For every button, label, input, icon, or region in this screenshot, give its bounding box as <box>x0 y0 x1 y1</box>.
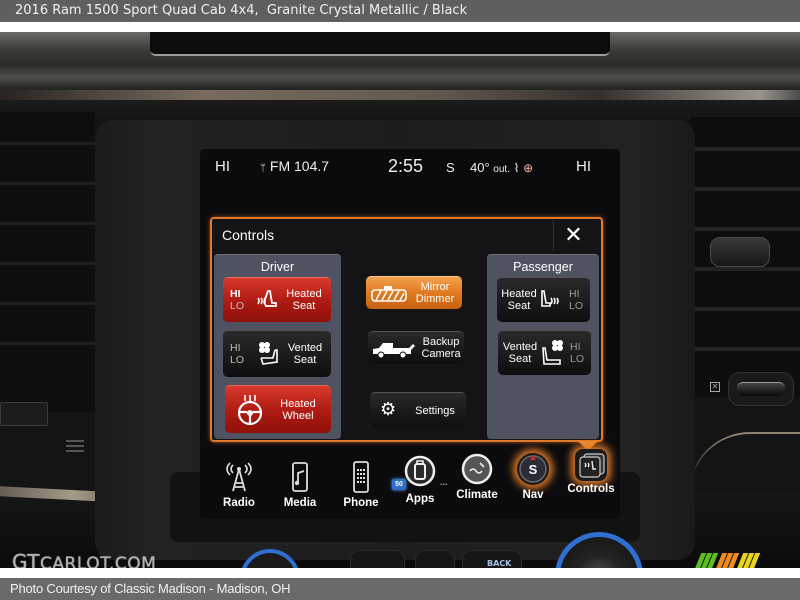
passenger-group: Passenger Heated Seat HI LO Vented Seat … <box>487 254 599 439</box>
seat-heat-status-icon: ⌇ <box>513 161 520 175</box>
media-phone-icon <box>292 462 308 492</box>
settings-button[interactable]: ⚙ Settings <box>370 392 466 427</box>
heated-seat-icon <box>541 290 559 307</box>
chrome-accent-right <box>690 432 800 492</box>
rearview-mirror-icon <box>371 286 407 302</box>
chrome-trim <box>0 90 800 100</box>
left-air-vent <box>0 112 95 412</box>
photo-credit-caption: Photo Courtesy of Classic Madison - Madi… <box>0 578 800 600</box>
driver-heated-seat-button[interactable]: HI LO Heated Seat <box>223 277 331 322</box>
dashboard-photo: ✕ BACK HI ᛘ FM 104.7 2:55 S 40° out. ⌇ ⊕… <box>0 32 800 568</box>
svg-text:S: S <box>529 462 538 477</box>
bottom-dock: Radio Media Phone 50 ... Apps Climate S … <box>200 449 620 519</box>
gears-icon: ⚙ <box>380 399 397 419</box>
vent-thumbwheel[interactable] <box>728 372 794 406</box>
vented-seat-icon <box>542 340 563 365</box>
close-button[interactable]: ✕ <box>553 221 593 251</box>
close-icon: ✕ <box>564 223 583 248</box>
compass-heading: S <box>446 160 455 175</box>
heated-seat-icon <box>257 290 277 307</box>
vent-close-icon: ✕ <box>710 382 720 392</box>
mirror-dimmer-button[interactable]: Mirror Dimmer <box>366 276 462 309</box>
dock-item-media[interactable]: Media <box>272 449 328 519</box>
antenna-icon: ᛘ <box>260 163 266 174</box>
vent-adjust-knob[interactable] <box>710 237 770 267</box>
vehicle-title-caption: 2016 Ram 1500 Sport Quad Cab 4x4, Granit… <box>0 0 800 22</box>
apps-more-indicator: ... <box>440 477 448 487</box>
dock-item-radio[interactable]: Radio <box>211 449 267 519</box>
separator <box>0 22 800 32</box>
compass-icon: S <box>517 453 549 485</box>
backup-camera-button[interactable]: Backup Camera <box>368 331 464 364</box>
dock-item-apps[interactable]: 50 ... Apps <box>392 449 448 519</box>
separator <box>0 568 800 578</box>
dash-slot <box>150 32 610 56</box>
controls-popup: Controls ✕ Driver HI LO Heated Seat HI L… <box>210 217 603 442</box>
controls-title: Controls <box>222 227 275 243</box>
gtcarlot-watermark: GTCARLOT.COM <box>12 550 157 568</box>
hazard-button[interactable] <box>415 550 455 568</box>
passenger-seat-heat-level[interactable]: HI <box>576 158 591 175</box>
vent-lines-icon <box>66 440 84 452</box>
back-button-label: BACK <box>487 559 512 568</box>
climate-icon <box>461 453 493 485</box>
driver-group: Driver HI LO Heated Seat HI LO Vented Se… <box>214 254 341 439</box>
outside-temperature: 40° out. ⌇ ⊕ <box>470 160 534 175</box>
driver-seat-heat-level[interactable]: HI <box>215 158 230 175</box>
pickup-truck-camera-icon <box>373 343 415 359</box>
uconnect-screen: HI ᛘ FM 104.7 2:55 S 40° out. ⌇ ⊕ HI Con… <box>200 149 620 519</box>
controls-icon <box>575 449 607 481</box>
passenger-vented-seat-button[interactable]: Vented Seat HI LO <box>498 330 591 375</box>
heated-wheel-button[interactable]: Heated Wheel <box>225 385 331 433</box>
passenger-group-title: Passenger <box>513 260 573 274</box>
driver-group-title: Driver <box>260 260 295 274</box>
passenger-heated-seat-button[interactable]: Heated Seat HI LO <box>497 277 590 322</box>
driver-vented-seat-button[interactable]: HI LO Vented Seat <box>223 330 331 377</box>
dock-item-phone[interactable]: Phone <box>333 449 389 519</box>
apps-icon <box>404 455 436 487</box>
gtcarlot-stripe-logo <box>694 553 761 568</box>
left-vent-thumbwheel[interactable] <box>0 402 48 426</box>
dock-item-controls[interactable]: Controls <box>563 449 619 519</box>
heated-steering-wheel-icon <box>237 395 263 426</box>
radio-station-status[interactable]: ᛘ FM 104.7 <box>260 158 329 174</box>
vented-seat-icon <box>259 342 278 365</box>
status-bar: HI ᛘ FM 104.7 2:55 S 40° out. ⌇ ⊕ HI <box>200 149 620 185</box>
radio-tower-icon <box>226 462 252 492</box>
photo-frame: 2016 Ram 1500 Sport Quad Cab 4x4, Granit… <box>0 0 800 600</box>
dock-item-climate[interactable]: Climate <box>449 449 505 519</box>
console-button[interactable] <box>350 550 405 568</box>
apps-badge: 50 <box>392 479 406 490</box>
phone-keypad-icon <box>353 461 369 493</box>
wheel-heat-status-icon: ⊕ <box>523 161 534 175</box>
clock: 2:55 <box>388 156 424 176</box>
dock-item-nav[interactable]: S Nav <box>505 449 561 519</box>
